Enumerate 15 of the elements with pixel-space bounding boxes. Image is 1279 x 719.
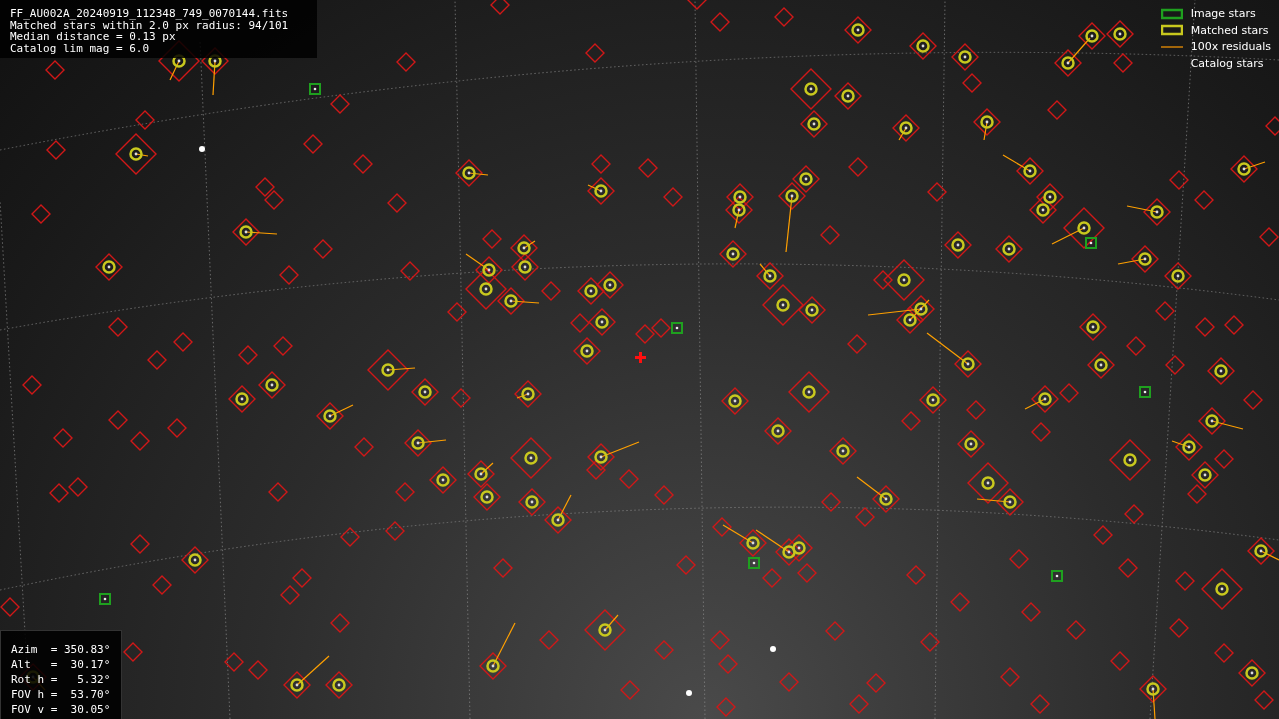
info-text: FOV v = 30.05° [11,702,112,717]
info-text: Azim = 350.83° [11,642,112,657]
legend-label: 100x residuals [1190,40,1271,54]
rect-swatch-icon [1160,7,1183,20]
info-text: Alt = 30.17° [11,657,112,672]
info-text: Matched stars within 2.0 px radius: 94/101 [10,19,290,31]
info-text: Catalog lim mag = 6.0 [10,42,151,54]
rect-swatch-icon [1160,24,1183,37]
legend-label: Matched stars [1190,23,1269,37]
legend-label: Image stars [1190,7,1256,21]
legend-label: Catalog stars [1190,56,1264,70]
info-text: FOV h = 53.70° [11,687,112,702]
info-text: Rot h = 5.32° [11,672,112,687]
info-text: Median distance = 0.13 px [10,31,176,43]
info-text: FF_AU002A_20240919_112348_749_0070144.fits [10,8,290,20]
